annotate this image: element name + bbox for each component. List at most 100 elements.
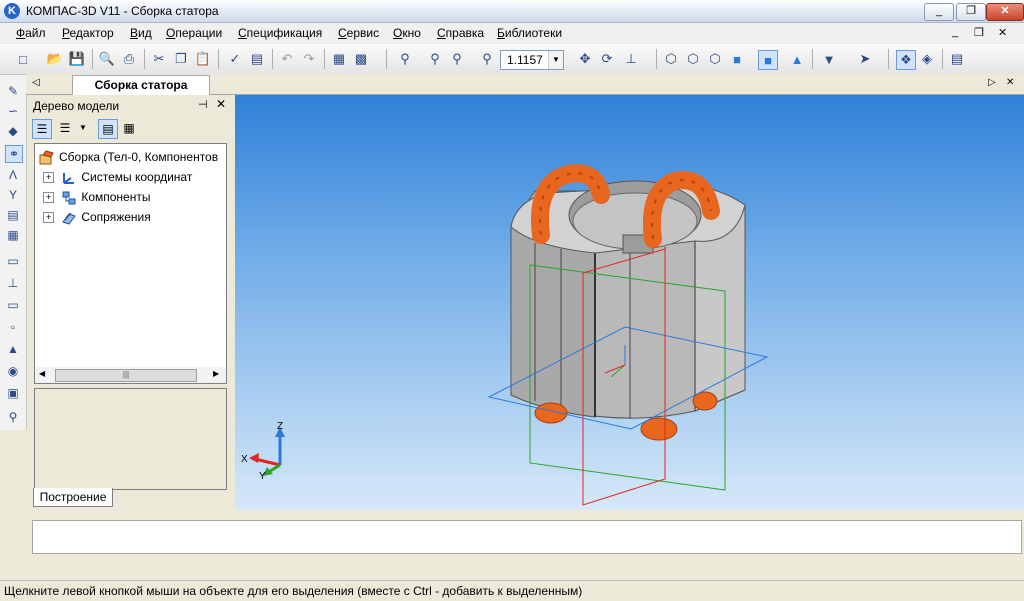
- expand-icon[interactable]: +: [43, 172, 54, 184]
- coordinate-system-icon: [63, 172, 75, 184]
- undo-icon[interactable]: ↶: [278, 50, 296, 68]
- tree-structure-icon[interactable]: ☰: [32, 119, 52, 139]
- sketch-plane-icon[interactable]: ▫: [5, 319, 21, 335]
- measure-icon[interactable]: Λ: [5, 167, 21, 183]
- tab-construction[interactable]: Построение: [33, 488, 113, 507]
- rotate-icon[interactable]: ⟳: [598, 50, 616, 68]
- tree-show-properties-icon[interactable]: ▤: [98, 119, 118, 139]
- offset-plane-icon[interactable]: ▭: [5, 297, 21, 313]
- copy-icon[interactable]: ❐: [172, 50, 190, 68]
- tab-stator-assembly[interactable]: Сборка статора: [72, 75, 210, 95]
- menu-item[interactable]: Вид: [130, 26, 152, 40]
- tree-horizontal-scrollbar[interactable]: ◀ ||| ▶: [34, 367, 227, 384]
- specification-icon[interactable]: ▤: [5, 207, 21, 223]
- menu-item[interactable]: Операции: [166, 26, 222, 40]
- tangent-edges-icon[interactable]: ⬡: [706, 50, 724, 68]
- menu-item[interactable]: Сервис: [338, 26, 379, 40]
- close-button[interactable]: ✕: [986, 3, 1024, 21]
- hidden-lines-icon[interactable]: ⬡: [684, 50, 702, 68]
- tree-item-mates[interactable]: + Сопряжения: [43, 208, 151, 226]
- tree-root-assembly[interactable]: Сборка (Тел-0, Компонентов: [39, 148, 218, 166]
- pan-icon[interactable]: ✥: [576, 50, 594, 68]
- tree-close-icon[interactable]: ✕: [216, 97, 226, 111]
- expand-icon[interactable]: +: [43, 212, 54, 224]
- axis-icon[interactable]: ⊥: [5, 275, 21, 291]
- property-bar-area: [26, 512, 1024, 578]
- layers-icon[interactable]: ▤: [948, 50, 966, 68]
- zoom-scale-icon[interactable]: ⚲: [478, 50, 496, 68]
- tree-item-components[interactable]: + Компоненты: [43, 188, 150, 206]
- mdi-minimize-button[interactable]: _: [952, 26, 958, 38]
- shaded-edges-icon[interactable]: ■: [758, 50, 778, 70]
- expand-icon[interactable]: +: [43, 192, 54, 204]
- snap-icon[interactable]: ❖: [896, 50, 916, 70]
- menu-item[interactable]: Файл: [16, 26, 46, 40]
- zoom-dropdown-arrow[interactable]: ▼: [548, 51, 563, 69]
- manager-icon[interactable]: ▦: [330, 50, 348, 68]
- print-icon[interactable]: ⎙: [120, 50, 138, 68]
- paste-icon[interactable]: 📋: [194, 50, 212, 68]
- tab-scroll-right-icon[interactable]: ▷: [988, 77, 996, 88]
- reports-icon[interactable]: ▦: [5, 227, 21, 243]
- extrude-icon[interactable]: ▲: [5, 341, 21, 357]
- new-icon[interactable]: □: [14, 50, 32, 68]
- y-axis-label: Y: [259, 471, 266, 482]
- filters-icon[interactable]: Υ: [5, 187, 21, 203]
- tree-item-coordinate-systems[interactable]: + Системы координат: [43, 168, 192, 186]
- property-panel[interactable]: [32, 520, 1022, 554]
- maximize-button[interactable]: ❐: [956, 3, 986, 21]
- spatial-curves-icon[interactable]: ∽: [5, 103, 21, 119]
- stator-model[interactable]: Z X Y: [235, 95, 1024, 510]
- tab-close-icon[interactable]: ✕: [1006, 77, 1014, 88]
- menu-item[interactable]: Библиотеки: [497, 26, 562, 40]
- surfaces-icon[interactable]: ◆: [5, 123, 21, 139]
- zoom-out-icon[interactable]: ⚲: [448, 50, 466, 68]
- print-preview-icon[interactable]: 🔍: [98, 50, 116, 68]
- scroll-right-icon[interactable]: ▶: [213, 369, 219, 378]
- mates-icon[interactable]: ⚭: [5, 145, 23, 163]
- zoom-window-icon[interactable]: ⚲: [396, 50, 414, 68]
- tree-view-mode-icon[interactable]: ☰: [56, 119, 74, 137]
- revolve-icon[interactable]: ◉: [5, 363, 21, 379]
- redo-icon[interactable]: ↷: [300, 50, 318, 68]
- scroll-thumb[interactable]: |||: [55, 369, 197, 382]
- format-icon[interactable]: ✓: [226, 50, 244, 68]
- component-search-icon[interactable]: ⚲: [5, 409, 21, 425]
- shaded-icon[interactable]: ■: [728, 50, 746, 68]
- scroll-left-icon[interactable]: ◀: [39, 369, 45, 378]
- wireframe-icon[interactable]: ⬡: [662, 50, 680, 68]
- zoom-scale-select[interactable]: 1.1157 ▼: [500, 50, 564, 70]
- orientation-icon[interactable]: ⊥: [622, 50, 640, 68]
- kompas-app-icon[interactable]: K: [4, 3, 20, 19]
- toolbar-separator: [324, 49, 325, 69]
- menu-item[interactable]: Спецификация: [238, 26, 322, 40]
- cut-icon[interactable]: ✂: [150, 50, 168, 68]
- menu-bar: Файл Редактор Вид Операции Спецификация Серви…: [0, 23, 1024, 43]
- mdi-restore-button[interactable]: ❐: [974, 26, 984, 39]
- mdi-close-button[interactable]: ✕: [998, 26, 1007, 39]
- select-icon[interactable]: ➤: [856, 50, 874, 68]
- minimize-button[interactable]: _: [924, 3, 954, 21]
- tab-scroll-left-icon[interactable]: ◁: [32, 77, 40, 88]
- model-viewport[interactable]: Z X Y: [235, 95, 1024, 510]
- save-icon[interactable]: 💾: [68, 50, 86, 68]
- tree-view-dropdown-icon[interactable]: ▼: [74, 119, 92, 137]
- pin-icon[interactable]: ⊣: [198, 98, 208, 111]
- plane-icon[interactable]: ▭: [5, 253, 21, 269]
- menu-item[interactable]: Справка: [437, 26, 484, 40]
- menu-item[interactable]: Окно: [393, 26, 421, 40]
- edit-assembly-icon[interactable]: ✎: [5, 83, 21, 99]
- zoom-in-icon[interactable]: ⚲: [426, 50, 444, 68]
- perspective-icon[interactable]: ▲: [788, 50, 806, 68]
- properties-icon[interactable]: ▤: [248, 50, 266, 68]
- title-bar: K КОМПАС-3D V11 - Сборка статора _ ❐ ✕: [0, 0, 1024, 23]
- section-icon[interactable]: ◈: [918, 50, 936, 68]
- loft-icon[interactable]: ▣: [5, 385, 21, 401]
- tree-filter-icon[interactable]: ▦: [120, 119, 138, 137]
- menu-item[interactable]: Редактор: [62, 26, 114, 40]
- variables-icon[interactable]: ▩: [352, 50, 370, 68]
- filter-icon[interactable]: ▼: [820, 50, 838, 68]
- model-tree-header: Дерево модели ⊣ ✕: [28, 95, 230, 115]
- status-text: Щелкните левой кнопкой мыши на объекте д…: [4, 584, 583, 598]
- open-icon[interactable]: 📂: [46, 50, 64, 68]
